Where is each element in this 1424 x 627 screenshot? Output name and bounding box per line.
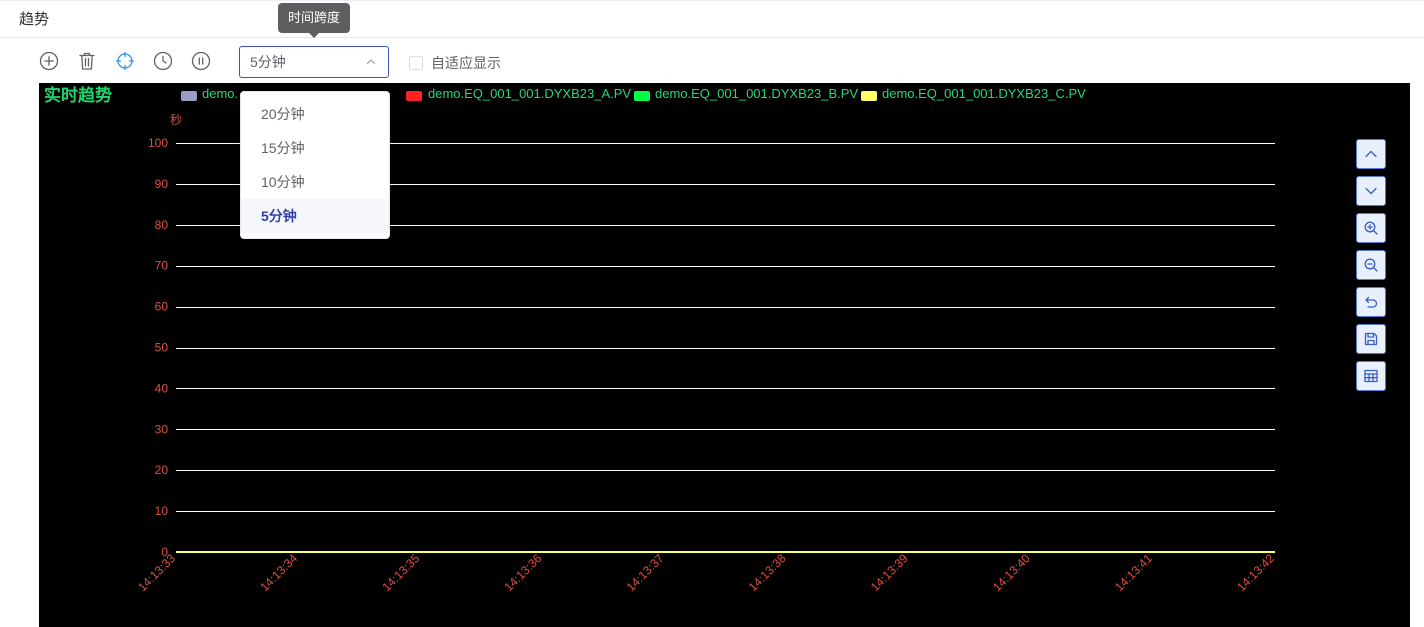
x-tick-label: 14:13:36: [502, 551, 545, 594]
x-tick-label: 14:13:38: [746, 551, 789, 594]
zoom-in-icon: [1364, 221, 1378, 235]
x-tick-label: 14:13:40: [990, 551, 1033, 594]
reset-button[interactable]: [1356, 287, 1386, 317]
x-tick-label: 14:13:34: [257, 551, 300, 594]
y-tick-label: 30: [155, 422, 169, 436]
time-span-option[interactable]: 10分钟: [241, 165, 389, 199]
x-tick-label: 14:13:35: [379, 551, 422, 594]
table-icon: [1364, 369, 1378, 383]
y-tick-label: 40: [155, 381, 169, 395]
undo-icon: [1365, 296, 1378, 308]
y-tick-label: 60: [155, 300, 169, 314]
time-span-select[interactable]: 5分钟: [239, 46, 389, 78]
zoom-out-button[interactable]: [1356, 250, 1386, 280]
y-tick-label: 80: [155, 218, 169, 232]
legend-swatch[interactable]: [634, 91, 650, 101]
y-tick-label: 50: [155, 341, 169, 355]
y-tick-label: 90: [155, 177, 169, 191]
tooltip-arrow: [309, 33, 319, 38]
time-span-select-value: 5分钟: [250, 54, 286, 70]
auto-fit-label[interactable]: 自适应显示: [431, 54, 501, 72]
history-button[interactable]: [153, 51, 173, 71]
y-axis-unit-label: 秒: [170, 113, 182, 127]
y-tick-label: 20: [155, 463, 169, 477]
auto-fit-checkbox[interactable]: [409, 56, 423, 70]
x-tick-label: 14:13:42: [1234, 551, 1277, 594]
y-tick-label: 70: [155, 259, 169, 273]
trash-icon: [79, 52, 95, 70]
legend-swatch[interactable]: [861, 91, 877, 101]
zoom-in-button[interactable]: [1356, 213, 1386, 243]
x-tick-label: 14:13:37: [624, 551, 667, 594]
crosshair-icon: [115, 51, 135, 71]
zoom-out-icon: [1364, 258, 1378, 272]
y-tick-label: 100: [148, 136, 168, 150]
scroll-up-button[interactable]: [1356, 139, 1386, 169]
delete-button[interactable]: [77, 51, 97, 71]
legend-swatch[interactable]: [181, 91, 197, 101]
time-span-option[interactable]: 15分钟: [241, 131, 389, 165]
x-tick-label: 14:13:41: [1112, 551, 1155, 594]
time-span-tooltip: 时间跨度: [278, 3, 350, 33]
legend-label[interactable]: demo.EQ_001_001.DYXB23_A.PV: [428, 86, 631, 102]
x-tick-label: 14:13:39: [868, 551, 911, 594]
legend-label[interactable]: demo.EQ_001_001.DYXB23_C.PV: [882, 86, 1086, 102]
save-icon: [1364, 332, 1378, 346]
pause-button[interactable]: [191, 51, 211, 71]
pause-circle-icon: [191, 51, 211, 71]
legend-swatch[interactable]: [406, 91, 422, 101]
y-tick-label: 10: [155, 504, 169, 518]
page-header: 趋势: [0, 0, 1424, 38]
chevron-up-icon: [364, 55, 378, 69]
time-span-dropdown-menu: 20分钟 15分钟 10分钟 5分钟: [240, 91, 390, 239]
chevron-up-icon: [1365, 150, 1377, 158]
plus-circle-icon: [39, 51, 59, 71]
chevron-down-icon: [1365, 187, 1377, 195]
legend-label[interactable]: demo.: [202, 86, 238, 102]
add-button[interactable]: [39, 51, 59, 71]
scroll-down-button[interactable]: [1356, 176, 1386, 206]
clock-icon: [153, 51, 173, 71]
x-tick-label: 14:13:33: [135, 551, 178, 594]
time-span-option[interactable]: 5分钟: [241, 199, 389, 233]
data-table-button[interactable]: [1356, 361, 1386, 391]
legend-label[interactable]: demo.EQ_001_001.DYXB23_B.PV: [655, 86, 858, 102]
page-title: 趋势: [19, 11, 50, 28]
save-button[interactable]: [1356, 324, 1386, 354]
crosshair-button[interactable]: [115, 51, 135, 71]
chart-title: 实时趋势: [44, 86, 112, 105]
time-span-option[interactable]: 20分钟: [241, 97, 389, 131]
